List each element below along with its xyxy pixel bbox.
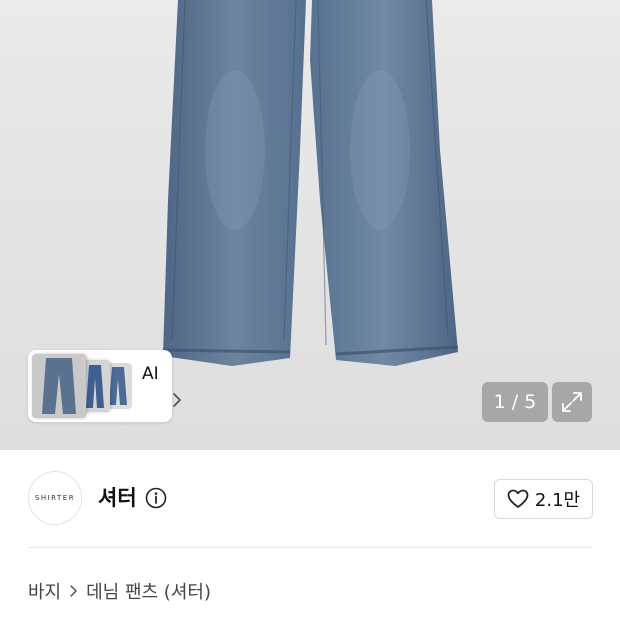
breadcrumb-item-pants[interactable]: 바지 — [28, 578, 61, 604]
expand-icon — [562, 392, 582, 412]
product-image-gallery[interactable]: AI 1 / 5 — [0, 0, 620, 450]
thumbnail-1 — [32, 354, 86, 418]
expand-button[interactable] — [552, 382, 592, 422]
ai-recommend-card[interactable]: AI — [28, 350, 181, 422]
heart-icon — [507, 489, 529, 508]
like-button[interactable]: 2.1만 — [494, 479, 593, 519]
image-counter: 1 / 5 — [482, 382, 548, 422]
chevron-right-icon — [69, 584, 78, 598]
chevron-right-icon — [173, 393, 181, 407]
info-icon[interactable] — [145, 487, 167, 509]
breadcrumb-item-denim-pants[interactable]: 데님 팬츠 (셔터) — [86, 578, 211, 604]
brand-logo[interactable]: SHIRTER — [28, 471, 82, 525]
ai-label: AI — [142, 364, 159, 384]
brand-logo-text: SHIRTER — [34, 494, 76, 502]
breadcrumb: 바지 데님 팬츠 (셔터) — [28, 578, 211, 604]
ai-thumbnail-stack — [32, 354, 132, 418]
like-count: 2.1만 — [534, 490, 581, 511]
brand-row: SHIRTER 셔터 2.1만 — [0, 450, 620, 546]
brand-name[interactable]: 셔터 — [98, 482, 137, 512]
divider — [28, 547, 593, 548]
